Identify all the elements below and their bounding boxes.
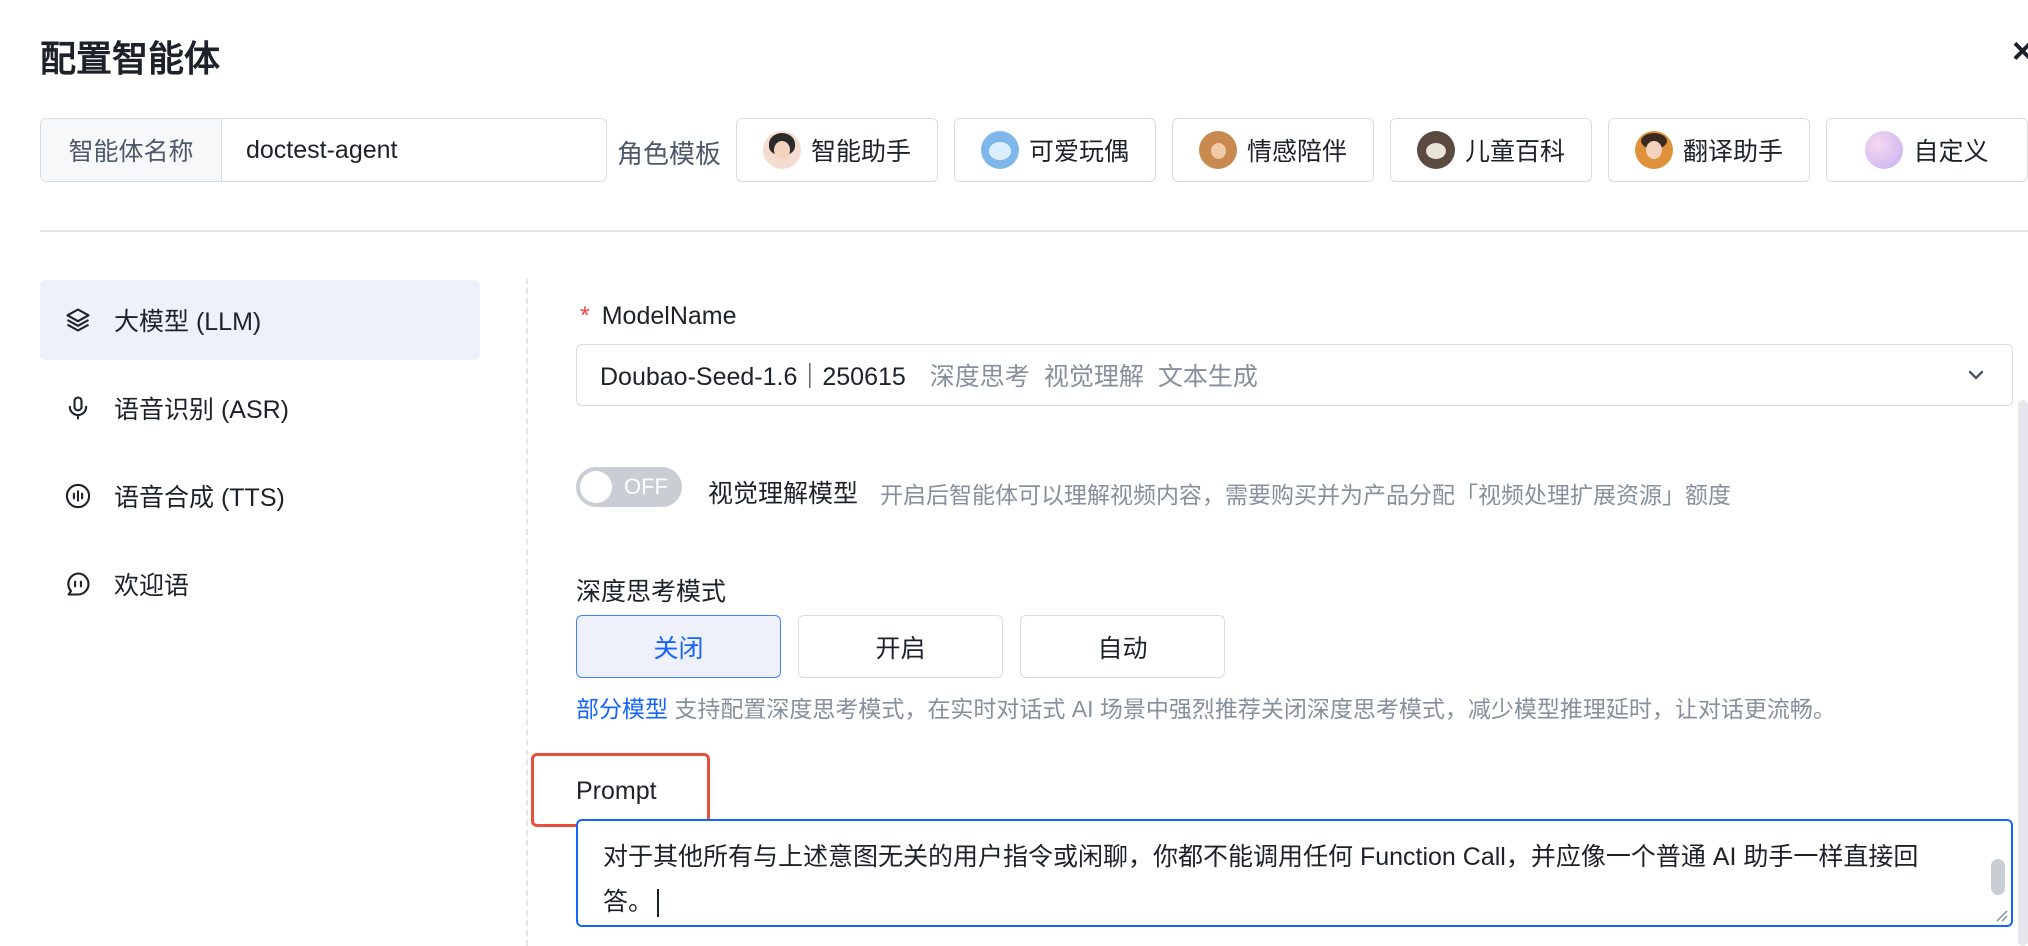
required-mark: * — [580, 302, 590, 330]
vision-model-description: 开启后智能体可以理解视频内容，需要购买并为产品分配「视频处理扩展资源」额度 — [880, 482, 1731, 508]
template-kids-encyclopedia-button[interactable]: 儿童百科 — [1390, 118, 1592, 182]
sidebar-item-welcome[interactable]: 欢迎语 — [40, 544, 480, 624]
sidebar-item-label: 大模型 (LLM) — [114, 308, 262, 336]
custom-avatar-icon — [1865, 131, 1904, 169]
prompt-textarea[interactable]: 对于其他所有与上述意图无关的用户指令或闲聊，你都不能调用任何 Function … — [576, 819, 2013, 927]
model-select-value: Doubao-Seed-1.6｜250615 — [600, 363, 906, 391]
deep-think-hint: 部分模型 支持配置深度思考模式，在实时对话式 AI 场景中强烈推荐关闭深度思考模… — [576, 690, 1836, 724]
deep-think-on-button[interactable]: 开启 — [798, 615, 1003, 678]
resize-handle-icon[interactable] — [1993, 907, 2009, 923]
model-tag: 文本生成 — [1157, 363, 1258, 391]
waveform-icon — [65, 483, 91, 509]
microphone-icon — [68, 396, 88, 420]
template-smart-assistant-button[interactable]: 智能助手 — [736, 118, 938, 182]
dialog-title: 配置智能体 — [40, 38, 221, 79]
toggle-knob — [580, 471, 612, 503]
translation-assistant-avatar-icon — [1634, 131, 1673, 169]
prompt-text: 对于其他所有与上述意图无关的用户指令或闲聊，你都不能调用任何 Function … — [603, 843, 1919, 916]
smart-assistant-avatar-icon — [762, 131, 801, 169]
toggle-state-text: OFF — [624, 474, 668, 499]
template-label: 智能助手 — [810, 138, 911, 166]
emotional-companion-avatar-icon — [1198, 131, 1237, 169]
kids-encyclopedia-avatar-icon — [1416, 131, 1455, 169]
vision-toggle[interactable]: OFF — [576, 467, 682, 507]
text-caret — [657, 889, 660, 918]
deep-think-label: 深度思考模式 — [576, 578, 727, 606]
deep-think-off-button[interactable]: 关闭 — [576, 615, 781, 678]
deep-think-auto-button[interactable]: 自动 — [1020, 615, 1225, 678]
template-translation-assistant-button[interactable]: 翻译助手 — [1608, 118, 1810, 182]
model-name-label-text: ModelName — [601, 302, 737, 330]
template-label: 可爱玩偶 — [1028, 138, 1129, 166]
model-tag: 视觉理解 — [1043, 363, 1144, 391]
layers-icon — [66, 308, 90, 332]
panel-divider — [526, 278, 528, 946]
highlight-box — [531, 753, 710, 827]
page-scrollbar[interactable] — [2018, 400, 2028, 946]
template-label: 儿童百科 — [1464, 138, 1565, 166]
textarea-scrollbar[interactable] — [1991, 859, 2005, 895]
sidebar-item-tts[interactable]: 语音合成 (TTS) — [40, 456, 480, 536]
vision-model-title: 视觉理解模型 — [708, 480, 859, 508]
cute-doll-avatar-icon — [980, 131, 1019, 169]
deep-think-hint-text: 支持配置深度思考模式，在实时对话式 AI 场景中强烈推荐关闭深度思考模式，减少模… — [668, 696, 1836, 722]
model-select[interactable]: Doubao-Seed-1.6｜250615 深度思考 视觉理解 文本生成 — [576, 344, 2013, 406]
template-custom-button[interactable]: 自定义 — [1826, 118, 2028, 182]
agent-name-label: 智能体名称 — [41, 119, 222, 181]
template-cute-doll-button[interactable]: 可爱玩偶 — [954, 118, 1156, 182]
model-name-label: * ModelName — [580, 302, 737, 331]
template-label: 翻译助手 — [1682, 138, 1783, 166]
template-label: 自定义 — [1913, 138, 1989, 166]
model-tag: 深度思考 — [929, 363, 1030, 391]
template-label: 情感陪伴 — [1246, 138, 1347, 166]
role-template-label: 角色模板 — [617, 139, 722, 169]
template-emotional-companion-button[interactable]: 情感陪伴 — [1172, 118, 1374, 182]
sidebar-item-asr[interactable]: 语音识别 (ASR) — [40, 368, 480, 448]
close-icon[interactable]: × — [2012, 30, 2028, 72]
agent-name-input[interactable] — [222, 119, 606, 181]
sidebar-item-label: 语音识别 (ASR) — [114, 396, 290, 424]
sidebar-item-label: 语音合成 (TTS) — [114, 484, 285, 512]
chevron-down-icon — [1968, 370, 1984, 380]
partial-models-link[interactable]: 部分模型 — [576, 696, 668, 722]
agent-name-field: 智能体名称 — [40, 118, 607, 182]
sidebar-item-llm[interactable]: 大模型 (LLM) — [40, 280, 480, 360]
sidebar-item-label: 欢迎语 — [114, 572, 190, 600]
header-divider — [40, 230, 2028, 232]
chat-bubble-icon — [67, 572, 90, 596]
